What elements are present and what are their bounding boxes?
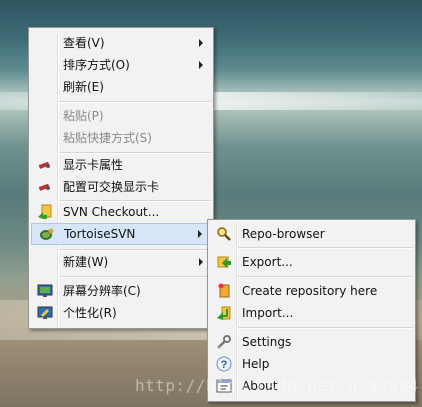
- menu-item-svn-checkout[interactable]: SVN Checkout...: [31, 201, 211, 223]
- chevron-right-icon: [199, 258, 203, 266]
- screen-resolution-icon: [37, 284, 53, 297]
- svg-text:?: ?: [221, 359, 228, 371]
- display-card-icon: [38, 183, 50, 191]
- repo-browser-icon: [217, 227, 231, 241]
- import-icon: [217, 306, 231, 320]
- desktop-context-menu: 查看(V) 排序方式(O) 刷新(E) 粘贴(P) 粘贴快捷方式(S) 显示卡属…: [28, 27, 214, 329]
- menu-item-label: Import...: [242, 306, 294, 320]
- menu-item-label: 刷新(E): [63, 80, 104, 94]
- submenu-item-import[interactable]: Import...: [210, 302, 413, 324]
- menu-item-configure-switchable-graphics[interactable]: 配置可交换显示卡: [31, 176, 211, 198]
- create-repository-icon: [218, 283, 230, 298]
- menu-item-tortoisesvn[interactable]: TortoiseSVN: [31, 223, 211, 245]
- tortoisesvn-icon: [40, 228, 54, 240]
- menu-item-label: Create repository here: [242, 284, 378, 298]
- menu-item-label: 粘贴(P): [63, 109, 104, 123]
- submenu-item-create-repository[interactable]: Create repository here: [210, 280, 413, 302]
- menu-item-label: SVN Checkout...: [63, 205, 160, 219]
- menu-item-new[interactable]: 新建(W): [31, 251, 211, 273]
- menu-item-view[interactable]: 查看(V): [31, 32, 211, 54]
- personalize-icon: [37, 306, 53, 319]
- menu-separator: [238, 247, 413, 249]
- menu-item-label: 个性化(R): [63, 306, 117, 320]
- menu-item-label: TortoiseSVN: [64, 227, 136, 241]
- submenu-item-settings[interactable]: Settings: [210, 331, 413, 353]
- help-icon: ?: [216, 356, 232, 372]
- export-icon: [217, 256, 231, 268]
- submenu-item-export[interactable]: Export...: [210, 251, 413, 273]
- menu-item-label: 查看(V): [63, 36, 105, 50]
- menu-separator: [238, 276, 413, 278]
- submenu-item-repo-browser[interactable]: Repo-browser: [210, 223, 413, 245]
- menu-item-label: Settings: [242, 335, 292, 349]
- menu-item-screen-resolution[interactable]: 屏幕分辨率(C): [31, 280, 211, 302]
- submenu-item-help[interactable]: ? Help: [210, 353, 413, 375]
- menu-separator: [59, 101, 211, 103]
- menu-item-label: 配置可交换显示卡: [63, 180, 160, 194]
- settings-icon: [217, 335, 231, 349]
- menu-item-label: Repo-browser: [242, 227, 325, 241]
- menu-item-label: 屏幕分辨率(C): [63, 284, 141, 298]
- menu-item-sort-by[interactable]: 排序方式(O): [31, 54, 211, 76]
- chevron-right-icon: [198, 230, 202, 238]
- menu-item-label: Help: [242, 357, 270, 371]
- menu-item-paste[interactable]: 粘贴(P): [31, 105, 211, 127]
- menu-separator: [238, 327, 413, 329]
- menu-item-paste-shortcut[interactable]: 粘贴快捷方式(S): [31, 127, 211, 149]
- svn-checkout-icon: [38, 204, 52, 219]
- tortoisesvn-submenu: Repo-browser Export... Create repository…: [207, 219, 416, 402]
- watermark: http://blog.csdn.net/q290994: [135, 376, 419, 395]
- menu-item-label: 粘贴快捷方式(S): [63, 131, 152, 145]
- menu-item-refresh[interactable]: 刷新(E): [31, 76, 211, 98]
- chevron-right-icon: [199, 39, 203, 47]
- display-card-icon: [38, 161, 50, 169]
- menu-item-display-card-properties[interactable]: 显示卡属性: [31, 154, 211, 176]
- menu-separator: [59, 276, 211, 278]
- chevron-right-icon: [199, 61, 203, 69]
- menu-item-label: 显示卡属性: [63, 158, 124, 172]
- menu-item-label: 新建(W): [63, 255, 109, 269]
- menu-item-label: Export...: [242, 255, 293, 269]
- menu-item-personalize[interactable]: 个性化(R): [31, 302, 211, 324]
- menu-item-label: 排序方式(O): [63, 58, 130, 72]
